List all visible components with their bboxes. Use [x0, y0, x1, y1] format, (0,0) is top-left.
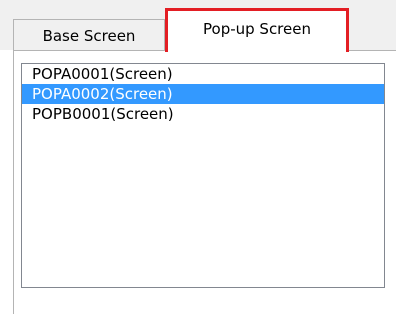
list-item-popa0002[interactable]: POPA0002(Screen) — [22, 84, 384, 104]
list-item-popb0001[interactable]: POPB0001(Screen) — [22, 104, 384, 124]
tab-base-screen[interactable]: Base Screen — [13, 19, 165, 51]
tab-strip: Base Screen Pop-up Screen — [0, 0, 396, 52]
list-item-popa0001[interactable]: POPA0001(Screen) — [22, 64, 384, 84]
screen-list[interactable]: POPA0001(Screen) POPA0002(Screen) POPB00… — [21, 63, 385, 288]
screen-picker-window: Base Screen Pop-up Screen POPA0001(Scree… — [0, 0, 396, 314]
tab-popup-screen[interactable]: Pop-up Screen — [165, 8, 349, 52]
